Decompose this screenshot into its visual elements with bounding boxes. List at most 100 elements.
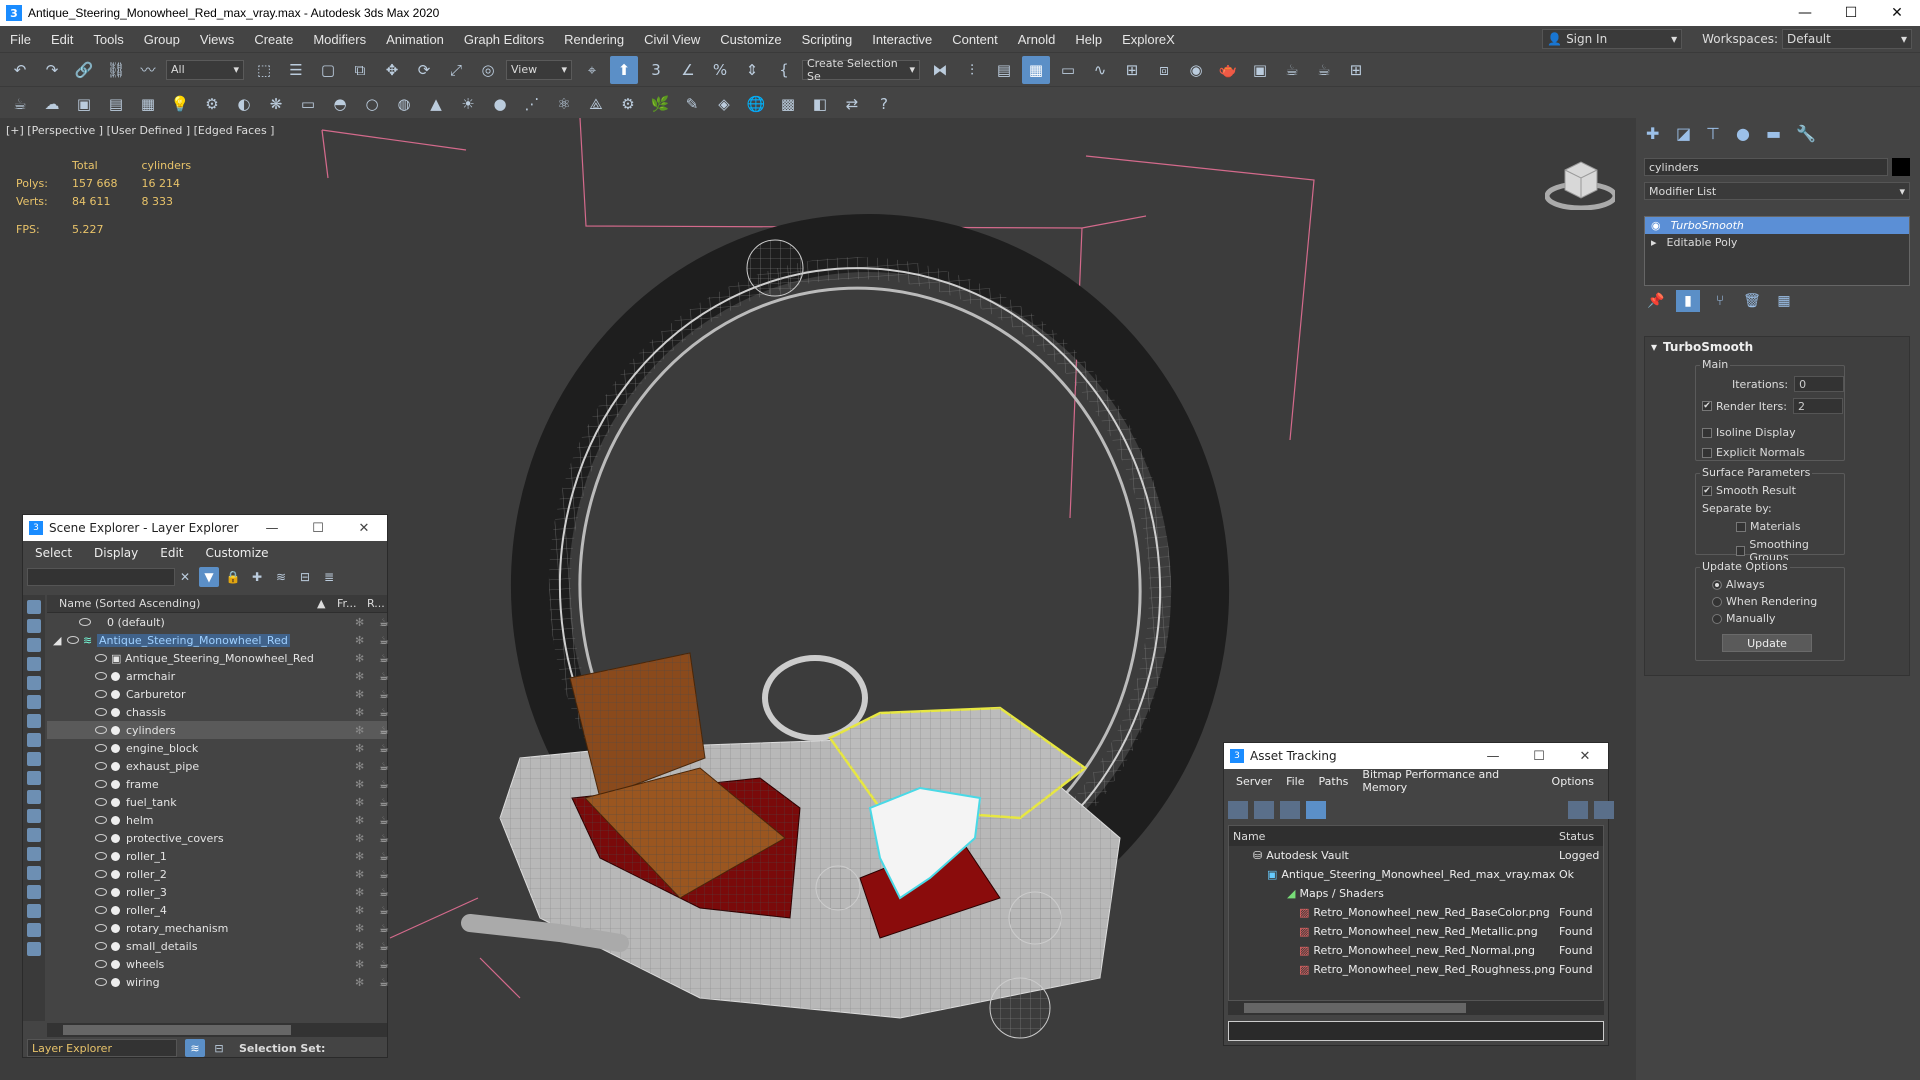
eye-icon[interactable] [95, 834, 107, 842]
render-icon[interactable]: ☕ [379, 742, 389, 755]
menu-tools[interactable]: Tools [83, 32, 133, 47]
menu-interactive[interactable]: Interactive [862, 32, 942, 47]
tree-row-object[interactable]: armchair ✻ ☕ [47, 667, 389, 685]
workspaces-select[interactable]: Default ▾ [1782, 29, 1912, 49]
menu-group[interactable]: Group [134, 32, 190, 47]
asset-row[interactable]: ▨ Retro_Monowheel_new_Red_Metallic.png Fou… [1229, 922, 1603, 941]
render-icon[interactable]: ☕ [379, 886, 389, 899]
scene-search-input[interactable] [27, 568, 175, 586]
scene-horizontal-scrollbar[interactable] [47, 1023, 387, 1037]
angle-snap-icon[interactable]: ∠ [674, 56, 702, 84]
freeze-icon[interactable]: ✻ [355, 688, 364, 701]
eye-icon[interactable] [95, 852, 107, 860]
display-lights-icon[interactable] [27, 657, 41, 671]
menu-explorex[interactable]: ExploreX [1112, 32, 1185, 47]
render-icon[interactable]: ☕ [379, 940, 389, 953]
mirror-icon[interactable]: ⧓ [926, 56, 954, 84]
menu-content[interactable]: Content [942, 32, 1008, 47]
dope-sheet-icon[interactable]: ⊞ [1118, 56, 1146, 84]
rendered-frame-icon[interactable]: ▣ [1246, 56, 1274, 84]
render-icon[interactable]: ☕ [379, 814, 389, 827]
display-filter-icon[interactable] [27, 923, 41, 937]
menu-arnold[interactable]: Arnold [1008, 32, 1066, 47]
eye-icon[interactable]: ◉ [1651, 219, 1661, 232]
show-end-result-icon[interactable]: ▮ [1676, 290, 1700, 312]
manually-radio[interactable] [1712, 613, 1722, 624]
column-frozen[interactable]: Fr... [337, 597, 357, 610]
render-icon[interactable]: ☕ [379, 706, 389, 719]
render-iters-spinner[interactable]: 2 [1792, 398, 1843, 414]
close-button[interactable]: ✕ [1562, 749, 1608, 764]
render-icon[interactable]: ☕ [379, 670, 389, 683]
menu-views[interactable]: Views [190, 32, 244, 47]
motion-tab-icon[interactable]: ● [1736, 124, 1766, 143]
selection-filter-select[interactable]: All ▾ [166, 59, 244, 80]
link-icon[interactable]: 🔗 [70, 56, 98, 84]
scrollbar-thumb[interactable] [63, 1025, 291, 1035]
sign-in-dropdown[interactable]: 👤 Sign In ▾ [1542, 29, 1683, 49]
display-cameras-icon[interactable] [27, 676, 41, 690]
freeze-icon[interactable]: ✻ [355, 616, 364, 629]
display-sel-icon[interactable] [27, 942, 41, 956]
column-render[interactable]: R... [367, 597, 385, 610]
render-production-icon[interactable]: ☕ [1278, 56, 1306, 84]
eye-icon[interactable] [95, 762, 107, 770]
menu-paths[interactable]: Paths [1319, 775, 1349, 788]
select-object-icon[interactable]: ⬚ [250, 56, 278, 84]
materials-checkbox[interactable] [1736, 521, 1746, 532]
thumbnail-view-icon[interactable] [1280, 801, 1300, 819]
display-spacewarps-icon[interactable] [27, 714, 41, 728]
tree-row-object[interactable]: helm ✻ ☕ [47, 811, 389, 829]
render-iterative-icon[interactable]: ☕ [1310, 56, 1338, 84]
menu-file[interactable]: File [1286, 775, 1304, 788]
molecule-icon[interactable]: ⚛ [550, 90, 578, 118]
tree-row-default-layer[interactable]: 0 (default) ✻ ☕ [47, 613, 389, 631]
eye-icon[interactable] [95, 690, 107, 698]
unlink-icon[interactable]: ⛓ [102, 56, 130, 84]
globe-icon[interactable]: 🌐 [742, 90, 770, 118]
table-view-icon[interactable] [1306, 801, 1326, 819]
spinner-snap-icon[interactable]: ⇕ [738, 56, 766, 84]
tree-row-object[interactable]: exhaust_pipe ✻ ☕ [47, 757, 389, 775]
menu-help[interactable]: Help [1065, 32, 1112, 47]
asset-horizontal-scrollbar[interactable] [1228, 1001, 1604, 1015]
tree-row-object[interactable]: roller_1 ✻ ☕ [47, 847, 389, 865]
tree-row-object-selected[interactable]: cylinders ✻ ☕ [47, 721, 389, 739]
layers-icon[interactable]: ≣ [319, 567, 339, 587]
tree-row-object[interactable]: ▣ Antique_Steering_Monowheel_Red ✻ ☕ [47, 649, 389, 667]
eye-icon[interactable] [95, 726, 107, 734]
maximize-button[interactable]: ☐ [1828, 0, 1874, 26]
proxy-icon[interactable]: ⋰ [518, 90, 546, 118]
freeze-icon[interactable]: ✻ [355, 652, 364, 665]
menu-customize[interactable]: Customize [206, 546, 269, 560]
teapot-icon[interactable]: ☕ [6, 90, 34, 118]
close-button[interactable]: ✕ [341, 521, 387, 536]
render-icon[interactable]: ☕ [379, 868, 389, 881]
display-xrefs-icon[interactable] [27, 752, 41, 766]
freeze-icon[interactable]: ✻ [355, 868, 364, 881]
eye-icon[interactable] [95, 870, 107, 878]
column-name[interactable]: Name (Sorted Ascending) [59, 597, 200, 610]
eye-icon[interactable] [95, 708, 107, 716]
ref-coord-select[interactable]: View ▾ [506, 59, 572, 80]
frame-buffer-icon[interactable]: ▤ [102, 90, 130, 118]
render-icon[interactable]: ☕ [379, 760, 389, 773]
render-icon[interactable]: ☕ [379, 904, 389, 917]
eye-icon[interactable] [95, 744, 107, 752]
new-layer-icon[interactable]: ✚ [247, 567, 267, 587]
render-online-icon[interactable]: ⊞ [1342, 56, 1370, 84]
freeze-icon[interactable]: ✻ [355, 724, 364, 737]
rollout-header[interactable]: ▾ TurboSmooth [1645, 337, 1909, 357]
named-selection-select[interactable]: Create Selection Se ▾ [802, 57, 920, 83]
eye-icon[interactable] [95, 672, 107, 680]
layer-explorer-icon[interactable]: ▦ [1022, 55, 1050, 84]
maximize-button[interactable]: ☐ [1516, 749, 1562, 764]
configure-sets-icon[interactable]: ▦ [1772, 290, 1796, 312]
make-unique-icon[interactable]: ⑂ [1708, 290, 1732, 312]
move-icon[interactable]: ✥ [378, 56, 406, 84]
minimize-button[interactable]: — [1782, 0, 1828, 26]
menu-rendering[interactable]: Rendering [554, 32, 634, 47]
tree-row-object[interactable]: roller_4 ✻ ☕ [47, 901, 389, 919]
menu-create[interactable]: Create [244, 32, 303, 47]
minimize-button[interactable]: — [249, 521, 295, 536]
